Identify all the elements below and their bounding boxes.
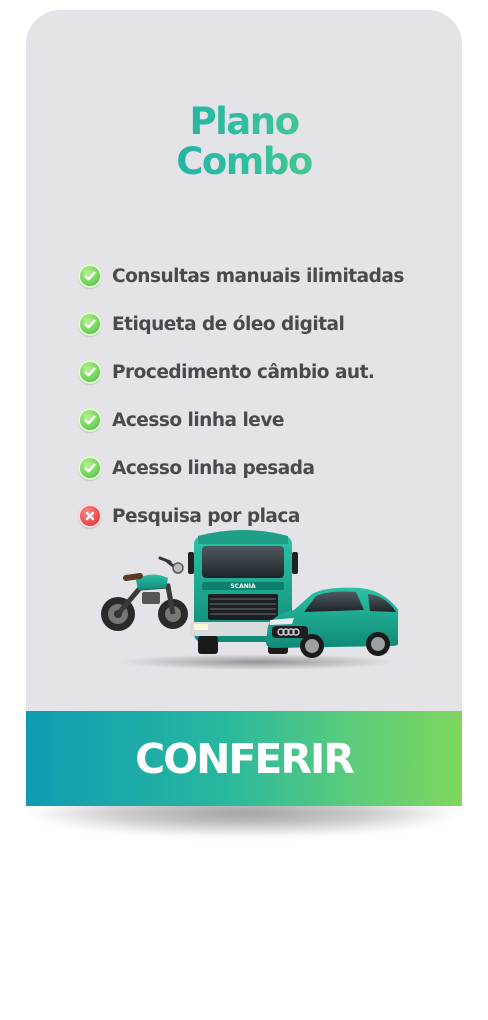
feature-label: Acesso linha pesada	[112, 457, 315, 479]
plan-title: Plano Combo	[26, 102, 462, 182]
conferir-button-label: CONFERIR	[135, 734, 355, 783]
feature-item: Acesso linha pesada	[78, 444, 404, 492]
conferir-button[interactable]: CONFERIR	[26, 711, 462, 806]
plan-title-line2: Combo	[26, 142, 462, 182]
feature-label: Procedimento câmbio aut.	[112, 361, 375, 383]
feature-label: Consultas manuais ilimitadas	[112, 265, 404, 287]
plan-title-line1: Plano	[26, 102, 462, 142]
motorcycle-icon	[101, 556, 188, 631]
feature-item: Consultas manuais ilimitadas	[78, 252, 404, 300]
feature-list: Consultas manuais ilimitadas Etiqueta de…	[78, 252, 404, 540]
feature-label: Etiqueta de óleo digital	[112, 313, 345, 335]
feature-item: Etiqueta de óleo digital	[78, 300, 404, 348]
vehicles-illustration: SCANIA	[101, 530, 398, 670]
feature-label: Acesso linha leve	[112, 409, 284, 431]
feature-item: Acesso linha leve	[78, 396, 404, 444]
check-icon	[78, 408, 102, 432]
check-icon	[78, 312, 102, 336]
truck-brand-text: SCANIA	[230, 583, 256, 590]
ground-shadow	[118, 654, 398, 670]
plan-card: Plano Combo Consultas manuais ilimitadas…	[26, 10, 462, 806]
check-icon	[78, 360, 102, 384]
check-icon	[78, 264, 102, 288]
page: Plano Combo Consultas manuais ilimitadas…	[0, 0, 488, 1020]
feature-item: Procedimento câmbio aut.	[78, 348, 404, 396]
check-icon	[78, 456, 102, 480]
